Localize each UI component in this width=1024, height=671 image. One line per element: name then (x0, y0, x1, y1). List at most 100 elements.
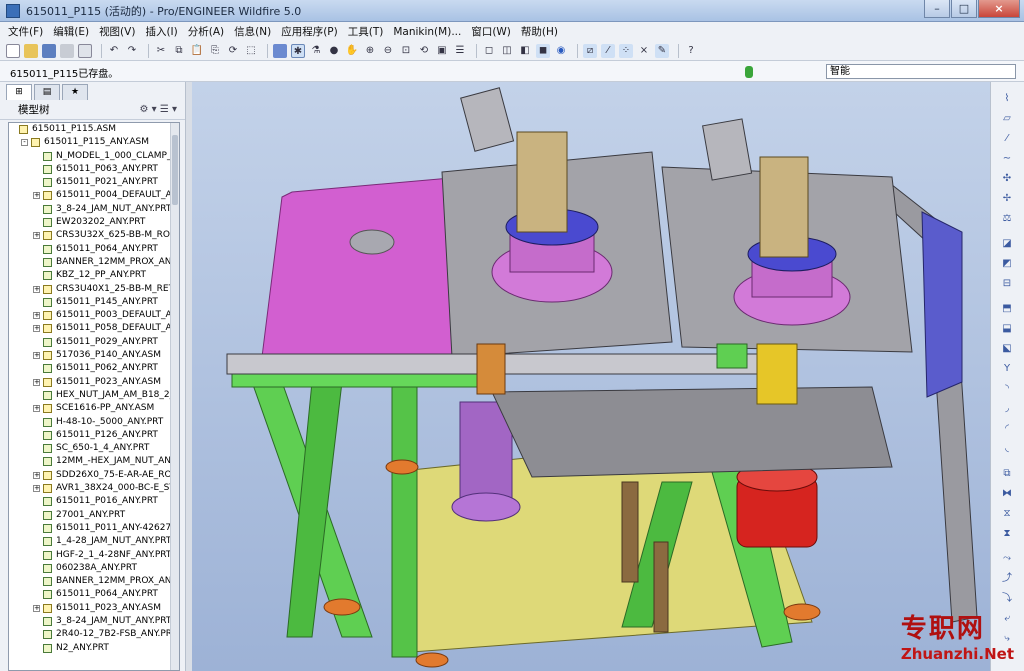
tree-item[interactable]: + CRS3U40X1_25-BB-M_RETRA (9, 283, 179, 296)
scrollbar-thumb[interactable] (172, 135, 178, 205)
tree-item[interactable]: 12MM_-HEX_JAM_NUT_ANY.P (9, 455, 179, 468)
print-icon[interactable] (60, 43, 74, 58)
analysis-icon[interactable]: ⚖ (999, 212, 1015, 226)
wireframe-icon[interactable]: ◻ (482, 44, 496, 58)
tree-item[interactable]: SC_650-1_4_ANY.PRT (9, 442, 179, 455)
menu-view[interactable]: 视图(V) (99, 24, 135, 39)
solidify-icon[interactable]: ⤵ (999, 592, 1015, 606)
pattern-icon[interactable]: ⊟ (999, 277, 1015, 291)
tree-item[interactable]: +615011_P004_DEFAULT_AS_M (9, 189, 179, 202)
tree-item[interactable]: 615011_P145_ANY.PRT (9, 296, 179, 309)
menu-insert[interactable]: 插入(I) (145, 24, 177, 39)
tree-expander-icon[interactable]: + (33, 232, 40, 240)
tree-item[interactable]: 2R40-12_7B2-FSB_ANY.PRT (9, 628, 179, 641)
tree-item[interactable]: 615011_P126_ANY.PRT (9, 429, 179, 442)
tree-item[interactable]: +615011_P023_ANY.ASM (9, 376, 179, 389)
tree-item[interactable]: KBZ_12_PP_ANY.PRT (9, 269, 179, 282)
menu-analysis[interactable]: 分析(A) (188, 24, 224, 39)
tree-expander-icon[interactable]: + (33, 405, 40, 413)
tree-item[interactable]: +615011_P023_ANY.ASM (9, 602, 179, 615)
regenerate-icon[interactable]: ⟳ (226, 44, 240, 58)
thicken-icon[interactable]: ⤴ (999, 572, 1015, 586)
tree-item[interactable]: BANNER_12MM_PROX_ANY.P (9, 575, 179, 588)
menu-applications[interactable]: 应用程序(P) (281, 24, 338, 39)
paste-special-icon[interactable]: ⎘ (208, 44, 222, 58)
selection-filter-select[interactable]: 智能 (826, 64, 1016, 79)
select-box-icon[interactable]: ⬚ (244, 44, 258, 58)
tree-item[interactable]: N2_ANY.PRT (9, 642, 179, 655)
copy-feature-icon[interactable]: ⧉ (999, 467, 1015, 481)
shell-icon[interactable]: ◜ (999, 422, 1015, 436)
minimize-button[interactable]: – (924, 0, 950, 18)
tree-expander-icon[interactable]: + (33, 325, 40, 333)
insert-component-icon[interactable]: ◪ (999, 237, 1015, 251)
zoom-in-icon[interactable]: ⊕ (363, 44, 377, 58)
tree-item[interactable]: 3_8-24_JAM_NUT_ANY.PRT (9, 203, 179, 216)
tree-expander-icon[interactable]: - (21, 139, 28, 147)
copy-icon[interactable]: ⧉ (172, 44, 186, 58)
shaded-icon[interactable]: ◼ (536, 43, 550, 58)
orient-mode-icon[interactable]: ⚗ (309, 44, 323, 58)
spin-center-icon[interactable]: ✱ (291, 43, 305, 58)
menu-file[interactable]: 文件(F) (8, 24, 43, 39)
favorites-tab[interactable]: ★ (62, 84, 88, 100)
tree-expander-icon[interactable]: + (33, 285, 40, 293)
csys-icon[interactable]: ⨯ (637, 44, 651, 58)
tree-scrollbar[interactable] (170, 123, 179, 670)
save-icon[interactable] (42, 43, 56, 58)
no-hidden-icon[interactable]: ◧ (518, 44, 532, 58)
maximize-button[interactable]: □ (951, 0, 977, 18)
redo-icon[interactable]: ↷ (125, 44, 139, 58)
tree-expander-icon[interactable]: + (33, 192, 40, 200)
hole-icon[interactable]: Y (999, 362, 1015, 376)
datum-planes-icon[interactable]: ⧄ (583, 43, 597, 58)
tree-item[interactable]: + CRS3U32X_625-BB-M_ROD_R (9, 229, 179, 242)
tree-item[interactable]: +615011_P058_DEFAULT_AS_M (9, 322, 179, 335)
extrude-icon[interactable]: ⬒ (999, 302, 1015, 316)
tree-item[interactable]: EW203202_ANY.PRT (9, 216, 179, 229)
tree-item[interactable]: H-48-10-_5000_ANY.PRT (9, 416, 179, 429)
menu-window[interactable]: 窗口(W) (471, 24, 511, 39)
tree-item[interactable]: 615011_P021_ANY.PRT (9, 176, 179, 189)
csys-feature-icon[interactable]: ✢ (999, 192, 1015, 206)
curve-icon[interactable]: ∼ (999, 152, 1015, 166)
zoom-out-icon[interactable]: ⊖ (381, 44, 395, 58)
tree-item[interactable]: 615011_P011_ANY-426279.PR (9, 522, 179, 535)
tree-expander-icon[interactable]: + (33, 604, 40, 612)
saved-views-icon[interactable]: ▣ (435, 44, 449, 58)
create-component-icon[interactable]: ◩ (999, 257, 1015, 271)
revolve-icon[interactable]: ⬓ (999, 322, 1015, 336)
reorient-icon[interactable]: ⟲ (417, 44, 431, 58)
layers-icon[interactable]: ☰ (453, 44, 467, 58)
tree-expander-icon[interactable]: + (33, 312, 40, 320)
point-icon[interactable]: ✣ (999, 172, 1015, 186)
round-icon[interactable]: ◝ (999, 382, 1015, 396)
graphics-window[interactable] (192, 82, 990, 671)
tree-item[interactable]: HEX_NUT_JAM_AM_B18_2_4_5 (9, 389, 179, 402)
menu-help[interactable]: 帮助(H) (521, 24, 558, 39)
tree-item[interactable]: 1_4-28_JAM_NUT_ANY.PRT (9, 535, 179, 548)
tree-item[interactable]: 615011_P064_ANY.PRT (9, 588, 179, 601)
tree-item[interactable]: 615011_P115.ASM (9, 123, 179, 136)
datum-points-icon[interactable]: ⁘ (619, 43, 633, 58)
mirror-icon[interactable]: ⧓ (999, 487, 1015, 501)
tree-item[interactable]: 615011_P063_ANY.PRT (9, 163, 179, 176)
menu-edit[interactable]: 编辑(E) (53, 24, 89, 39)
pan-icon[interactable]: ✋ (345, 44, 359, 58)
tree-expander-icon[interactable]: + (33, 485, 40, 493)
tree-item[interactable]: 615011_P062_ANY.PRT (9, 362, 179, 375)
tree-item[interactable]: 060238A_ANY.PRT (9, 562, 179, 575)
menu-tools[interactable]: 工具(T) (348, 24, 384, 39)
chamfer-icon[interactable]: ◞ (999, 402, 1015, 416)
paste-icon[interactable]: 📋 (190, 44, 204, 58)
tree-expander-icon[interactable]: + (33, 352, 40, 360)
new-file-icon[interactable] (6, 43, 20, 58)
tree-item[interactable]: N_MODEL_1_000_CLAMP_ANY (9, 150, 179, 163)
close-button[interactable]: × (978, 0, 1020, 18)
undo-icon[interactable]: ↶ (107, 44, 121, 58)
folder-browser-tab[interactable]: ▤ (34, 84, 60, 100)
tree-item[interactable]: +615011_P003_DEFAULT_AS_M (9, 309, 179, 322)
tree-item[interactable]: + SCE1616-PP_ANY.ASM (9, 402, 179, 415)
cut-icon[interactable]: ✂ (154, 44, 168, 58)
tree-expander-icon[interactable]: + (33, 378, 40, 386)
